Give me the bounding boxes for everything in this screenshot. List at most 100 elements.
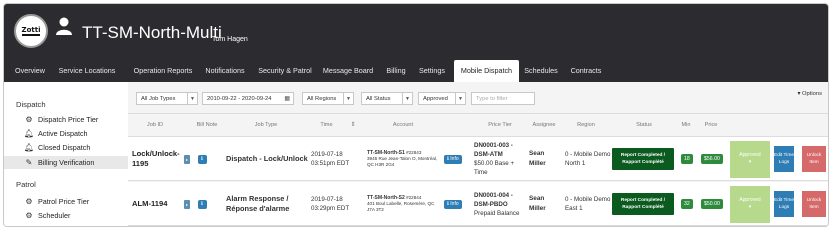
job-id[interactable]: ALM-1194	[132, 199, 167, 209]
table-row[interactable]: ALM-1194 ▸ ℹ Alarm Response / Réponse d'…	[128, 182, 828, 226]
tab-mobile-dispatch[interactable]: Mobile Dispatch	[454, 60, 519, 82]
app-window: Zotti TT-SM-North-Multi Tom Hagen Overvi…	[3, 3, 829, 227]
col-min[interactable]: Min	[678, 114, 694, 137]
chevron-down-icon[interactable]: ▼	[455, 92, 466, 105]
assignee: Sean Miller	[529, 150, 546, 167]
account-number: #22843	[406, 150, 422, 155]
info-label: Info	[450, 156, 459, 162]
table-header: Job ID Bill Note Job Type Time ⇕ Account…	[128, 114, 828, 137]
approved-label: Approved	[739, 152, 761, 158]
price-cell: $56.00	[701, 137, 723, 181]
expand-icon[interactable]: ▸	[184, 199, 190, 209]
approved-filter[interactable]: Approved	[418, 92, 456, 105]
sidebar-item-dispatch-price-tier[interactable]: ⚙ Dispatch Price Tier	[24, 113, 98, 126]
col-region[interactable]: Region	[562, 114, 610, 137]
status-filter[interactable]: All Status	[361, 92, 403, 105]
edit-time-logs-button[interactable]: Edit Time Logs	[774, 191, 794, 217]
job-id-cell: ALM-1194	[132, 182, 182, 226]
chevron-down-icon[interactable]: ▼	[343, 92, 354, 105]
unlock-item-button[interactable]: Unlock Item	[802, 191, 826, 217]
sidebar-item-scheduler[interactable]: ⚙ Scheduler	[24, 209, 70, 222]
status-cell: Report Completed / Rapport Complété	[612, 182, 674, 226]
options-label: Options	[802, 91, 822, 97]
calendar-icon: ▦	[284, 96, 290, 102]
edit-cell: Edit Time Logs	[774, 137, 794, 181]
col-job-type[interactable]: Job Type	[223, 114, 309, 137]
chevron-down-icon[interactable]: ▼	[187, 92, 198, 105]
info-button[interactable]: ℹ Info	[444, 199, 462, 209]
chevron-down-icon: ▾	[748, 204, 752, 210]
region-cell: 0 - Mobile Demo East 1	[565, 182, 611, 226]
sidebar-heading-patrol: Patrol	[16, 180, 36, 189]
time-cell: 2019-07-18 03:29pm EDT	[311, 182, 367, 226]
tab-security-patrol[interactable]: Security & Patrol	[255, 60, 315, 82]
job-date: 2019-07-18	[311, 196, 343, 203]
job-time: 03:29pm EDT	[311, 205, 350, 212]
sidebar-heading-dispatch: Dispatch	[16, 100, 46, 109]
expand-icon[interactable]: ▸	[184, 154, 190, 164]
gear-icon: ⚙	[25, 115, 33, 124]
expand-cell: ▸	[184, 137, 190, 181]
sidebar-item-label: Active Dispatch	[38, 129, 88, 138]
price-cell: $50.00	[701, 182, 723, 226]
table-row[interactable]: Lock/Unlock-1195 ▸ ℹ Dispatch - Lock/Unl…	[128, 137, 828, 181]
chevron-down-icon[interactable]: ▼	[402, 92, 413, 105]
approved-label: Approved	[739, 197, 761, 203]
account-number: #22844	[406, 195, 422, 200]
job-type-filter[interactable]: All Job Types	[136, 92, 188, 105]
tab-settings[interactable]: Settings	[416, 60, 448, 82]
tab-contracts[interactable]: Contracts	[568, 60, 604, 82]
tab-operation-reports[interactable]: Operation Reports	[128, 60, 198, 82]
col-status[interactable]: Status	[612, 114, 676, 137]
page-title: TT-SM-North-Multi	[82, 23, 222, 42]
col-account[interactable]: Account	[366, 114, 440, 137]
tab-overview[interactable]: Overview	[8, 60, 52, 82]
main-tabs: Overview Service Locations Operation Rep…	[4, 60, 828, 82]
edit-time-logs-button[interactable]: Edit Time Logs	[774, 146, 794, 172]
options-dropdown[interactable]: ▾ Options	[797, 91, 822, 97]
col-price[interactable]: Price	[698, 114, 724, 137]
region-filter[interactable]: All Regions	[302, 92, 344, 105]
date-range-filter[interactable]: 2010-09-22 - 2020-09-24 ▦	[202, 92, 294, 105]
tab-schedules[interactable]: Schedules	[522, 60, 560, 82]
sidebar-item-label: Scheduler	[38, 211, 71, 220]
sidebar-item-closed-dispatch[interactable]: 🔔︎ Closed Dispatch	[24, 141, 90, 154]
approved-toggle[interactable]: Approved ▾	[730, 185, 770, 223]
sidebar-item-label: Patrol Price Tier	[38, 197, 90, 206]
col-time[interactable]: Time ⇕	[310, 114, 366, 137]
search-input[interactable]: Type to filter	[471, 92, 535, 105]
tab-message-board[interactable]: Message Board	[320, 60, 376, 82]
bill-note-button[interactable]: ℹ	[198, 154, 208, 164]
min-cell: 32	[681, 182, 693, 226]
sort-icon: ⇕	[350, 122, 356, 128]
info-cell: ℹ Info	[444, 182, 462, 226]
col-bill-note[interactable]: Bill Note	[194, 114, 220, 137]
col-job-id[interactable]: Job ID	[130, 114, 180, 137]
price-tier-cell: DN0001-004 - DSM-PBDO Prepaid Balance	[474, 182, 528, 226]
col-assignee[interactable]: Assignee	[526, 114, 562, 137]
price-badge: $50.00	[701, 199, 723, 209]
approved-toggle[interactable]: Approved ▾	[730, 140, 770, 178]
unlock-item-button[interactable]: Unlock Item	[802, 146, 826, 172]
region-cell: 0 - Mobile Demo North 1	[565, 137, 611, 181]
sidebar-item-billing-verification[interactable]: ✎ Billing Verification	[4, 156, 128, 169]
tab-notifications[interactable]: Notifications	[200, 60, 250, 82]
account-cell: TT-SM-North-S2 #22844 401 Boul Labelle, …	[367, 182, 443, 226]
expand-cell: ▸	[184, 182, 190, 226]
company-logo[interactable]: Zotti	[14, 14, 48, 48]
tier-code: DN0001-003 - DSM-ATM	[474, 142, 513, 158]
tab-billing[interactable]: Billing	[382, 60, 410, 82]
region: 0 - Mobile Demo East 1	[565, 196, 611, 212]
gear-icon: ⚙	[25, 211, 33, 220]
tier-code: DN0001-004 - DSM-PBDO	[474, 191, 513, 208]
sidebar-item-active-dispatch[interactable]: 🔔︎ Active Dispatch	[24, 127, 88, 140]
job-id[interactable]: Lock/Unlock-1195	[132, 149, 182, 169]
info-label: Info	[450, 201, 459, 207]
edit-cell: Edit Time Logs	[774, 182, 794, 226]
info-button[interactable]: ℹ Info	[444, 154, 462, 164]
tab-service-locations[interactable]: Service Locations	[54, 60, 120, 82]
sidebar-item-label: Billing Verification	[38, 158, 95, 167]
sidebar-item-patrol-price-tier[interactable]: ⚙ Patrol Price Tier	[24, 195, 89, 208]
col-price-tier[interactable]: Price Tier	[474, 114, 526, 137]
bill-note-button[interactable]: ℹ	[198, 199, 208, 209]
